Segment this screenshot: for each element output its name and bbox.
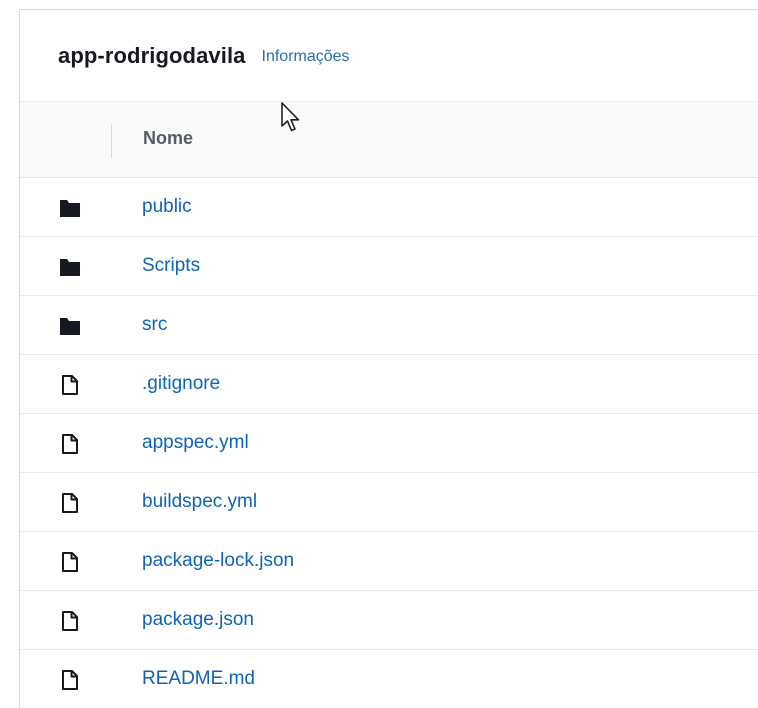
table-row[interactable]: appspec.yml (20, 414, 758, 473)
file-icon (62, 611, 78, 631)
file-icon (62, 434, 78, 454)
file-name-link[interactable]: .gitignore (142, 373, 220, 395)
column-header-name[interactable]: Nome (143, 128, 193, 149)
file-name-link[interactable]: Scripts (142, 255, 200, 277)
file-name-link[interactable]: appspec.yml (142, 432, 249, 454)
folder-icon (60, 200, 80, 217)
table-row[interactable]: .gitignore (20, 355, 758, 414)
file-icon (62, 375, 78, 395)
file-name-link[interactable]: README.md (142, 668, 255, 690)
file-name-link[interactable]: buildspec.yml (142, 491, 257, 513)
file-name-link[interactable]: src (142, 314, 167, 336)
table-row[interactable]: package-lock.json (20, 532, 758, 591)
table-column-header: Nome (20, 102, 758, 178)
mouse-pointer-icon (281, 102, 300, 132)
column-divider (111, 124, 112, 158)
table-row[interactable]: public (20, 178, 758, 237)
table-row[interactable]: README.md (20, 650, 758, 708)
table-row[interactable]: src (20, 296, 758, 355)
file-list: public Scripts src .gitignore appspec.ym… (20, 178, 758, 708)
panel-header: app-rodrigodavila Informações (20, 10, 758, 102)
table-row[interactable]: Scripts (20, 237, 758, 296)
folder-icon (60, 318, 80, 335)
table-row[interactable]: package.json (20, 591, 758, 650)
repository-title: app-rodrigodavila (58, 42, 246, 68)
file-name-link[interactable]: package-lock.json (142, 550, 294, 572)
file-icon (62, 552, 78, 572)
file-icon (62, 493, 78, 513)
repository-panel: app-rodrigodavila Informações Nome publi… (19, 9, 758, 708)
folder-icon (60, 259, 80, 276)
file-name-link[interactable]: public (142, 196, 192, 218)
file-name-link[interactable]: package.json (142, 609, 254, 631)
file-icon (62, 670, 78, 690)
table-row[interactable]: buildspec.yml (20, 473, 758, 532)
info-link[interactable]: Informações (262, 48, 350, 66)
